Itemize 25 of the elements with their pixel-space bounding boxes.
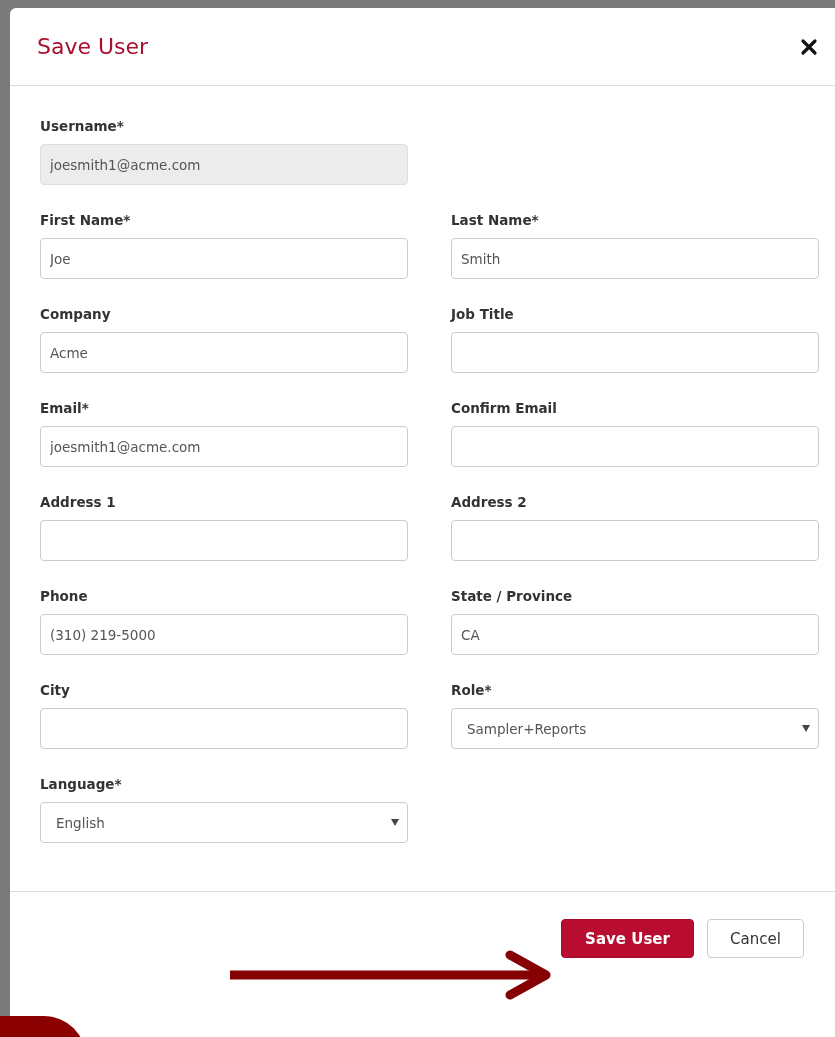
field-label: First Name* (40, 211, 132, 229)
text-field[interactable]: Joe (40, 238, 408, 279)
field-label: Role* (451, 681, 493, 699)
text-field[interactable]: Acme (40, 332, 408, 373)
field-label: Address 2 (451, 493, 528, 511)
field-label: City (40, 681, 71, 699)
save-button[interactable]: Save User (561, 919, 694, 958)
field-label: Language* (40, 775, 123, 793)
field-label: State / Province (451, 587, 574, 605)
field-label: Address 1 (40, 493, 117, 511)
field-label: Email* (40, 399, 90, 417)
field-label: Last Name* (451, 211, 540, 229)
text-field[interactable]: Smith (451, 238, 819, 279)
text-field[interactable]: CA (451, 614, 819, 655)
dropdown[interactable]: English (40, 802, 408, 843)
field-label: Username* (40, 117, 125, 135)
text-field[interactable]: joesmith1@acme.com (40, 426, 408, 467)
field-label: Company (40, 305, 112, 323)
cancel-button[interactable]: Cancel (707, 919, 804, 958)
field-label: Confirm Email (451, 399, 558, 417)
dropdown[interactable]: Sampler+Reports (451, 708, 819, 749)
text-field[interactable]: (310) 219-5000 (40, 614, 408, 655)
dialog-title: Save User (37, 34, 149, 59)
field-label: Job Title (451, 305, 515, 323)
field-label: Phone (40, 587, 89, 605)
